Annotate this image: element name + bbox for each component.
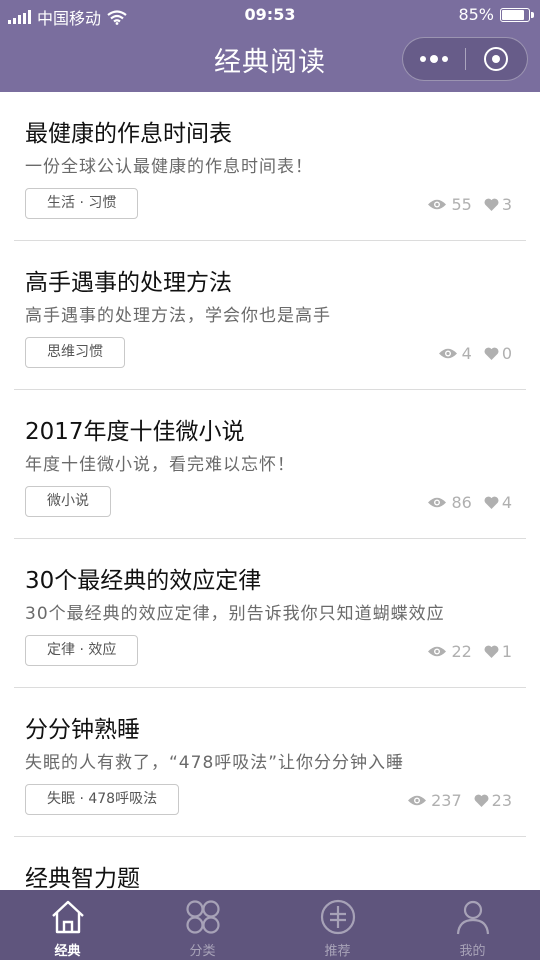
heart-icon — [474, 794, 489, 807]
view-count: 55 — [451, 195, 472, 214]
target-close-icon[interactable] — [465, 38, 527, 80]
like-count: 3 — [501, 195, 512, 214]
status-bar: 中国移动 09:53 85% — [0, 0, 540, 32]
article-tag[interactable]: 微小说 — [25, 486, 111, 517]
article-item[interactable]: 经典智力题 — [14, 837, 526, 890]
recommend-icon — [320, 899, 355, 935]
header: 中国移动 09:53 85% 经典阅读 — [0, 0, 540, 92]
article-summary: 失眠的人有救了，“478呼吸法”让你分分钟入睡 — [25, 753, 405, 773]
tab-recommend[interactable]: 推荐 — [270, 890, 405, 960]
tab-mine[interactable]: 我的 — [405, 890, 540, 960]
home-icon — [51, 900, 84, 934]
tab-category[interactable]: 分类 — [135, 890, 270, 960]
eye-icon — [428, 199, 447, 210]
like-count: 1 — [501, 642, 512, 661]
article-stats: 22 1 — [427, 642, 512, 661]
article-stats: 86 4 — [427, 493, 512, 512]
article-tag[interactable]: 思维习惯 — [25, 337, 125, 368]
like-count: 4 — [501, 493, 512, 512]
article-item[interactable]: 高手遇事的处理方法 高手遇事的处理方法，学会你也是高手 思维习惯 4 0 — [14, 241, 526, 390]
article-stats: 4 0 — [438, 344, 512, 363]
article-stats: 237 23 — [407, 791, 512, 810]
battery-level — [502, 9, 524, 20]
eye-icon — [438, 348, 457, 359]
battery-percent: 85% — [458, 5, 494, 24]
eye-icon — [408, 795, 427, 806]
view-count: 4 — [461, 344, 472, 363]
article-item[interactable]: 2017年度十佳微小说 年度十佳微小说，看完难以忘怀！ 微小说 86 4 — [14, 390, 526, 539]
article-item[interactable]: 30个最经典的效应定律 30个最经典的效应定律，别告诉我你只知道蝴蝶效应 定律 … — [14, 539, 526, 688]
tab-label: 我的 — [459, 944, 486, 959]
grid-icon — [185, 900, 220, 934]
view-count: 237 — [431, 791, 462, 810]
user-icon — [456, 900, 489, 935]
article-tag[interactable]: 失眠 · 478呼吸法 — [25, 784, 180, 815]
article-tag[interactable]: 定律 · 效应 — [25, 635, 139, 666]
article-summary: 高手遇事的处理方法，学会你也是高手 — [25, 306, 331, 326]
article-stats: 55 3 — [427, 195, 512, 214]
eye-icon — [428, 497, 447, 508]
article-title: 经典智力题 — [25, 866, 140, 890]
article-summary: 一份全球公认最健康的作息时间表！ — [25, 157, 313, 177]
battery-icon — [500, 7, 534, 22]
tab-label: 分类 — [189, 944, 216, 959]
heart-icon — [484, 496, 499, 509]
tab-label: 推荐 — [324, 944, 351, 959]
eye-icon — [428, 646, 447, 657]
article-summary: 年度十佳微小说，看完难以忘怀！ — [25, 455, 295, 475]
article-list: 最健康的作息时间表 一份全球公认最健康的作息时间表！ 生活 · 习惯 55 3 … — [0, 92, 540, 890]
article-title: 最健康的作息时间表 — [25, 121, 232, 147]
article-title: 2017年度十佳微小说 — [25, 419, 245, 445]
heart-icon — [484, 198, 499, 211]
miniprogram-capsule — [402, 37, 528, 81]
tab-classic[interactable]: 经典 — [0, 890, 135, 960]
article-tag[interactable]: 生活 · 习惯 — [25, 188, 139, 219]
more-dots-icon[interactable] — [403, 38, 465, 80]
article-title: 高手遇事的处理方法 — [25, 270, 232, 296]
like-count: 23 — [491, 791, 512, 810]
article-summary: 30个最经典的效应定律，别告诉我你只知道蝴蝶效应 — [25, 604, 445, 624]
heart-icon — [484, 645, 499, 658]
status-right: 85% — [458, 5, 534, 24]
heart-icon — [484, 347, 499, 360]
tab-label: 经典 — [54, 944, 81, 959]
tab-bar: 经典 分类 推荐 我的 — [0, 890, 540, 960]
like-count: 0 — [501, 344, 512, 363]
article-title: 分分钟熟睡 — [25, 717, 140, 743]
article-item[interactable]: 分分钟熟睡 失眠的人有救了，“478呼吸法”让你分分钟入睡 失眠 · 478呼吸… — [14, 688, 526, 837]
view-count: 86 — [451, 493, 472, 512]
article-title: 30个最经典的效应定律 — [25, 568, 262, 594]
article-item[interactable]: 最健康的作息时间表 一份全球公认最健康的作息时间表！ 生活 · 习惯 55 3 — [14, 92, 526, 241]
view-count: 22 — [451, 642, 472, 661]
